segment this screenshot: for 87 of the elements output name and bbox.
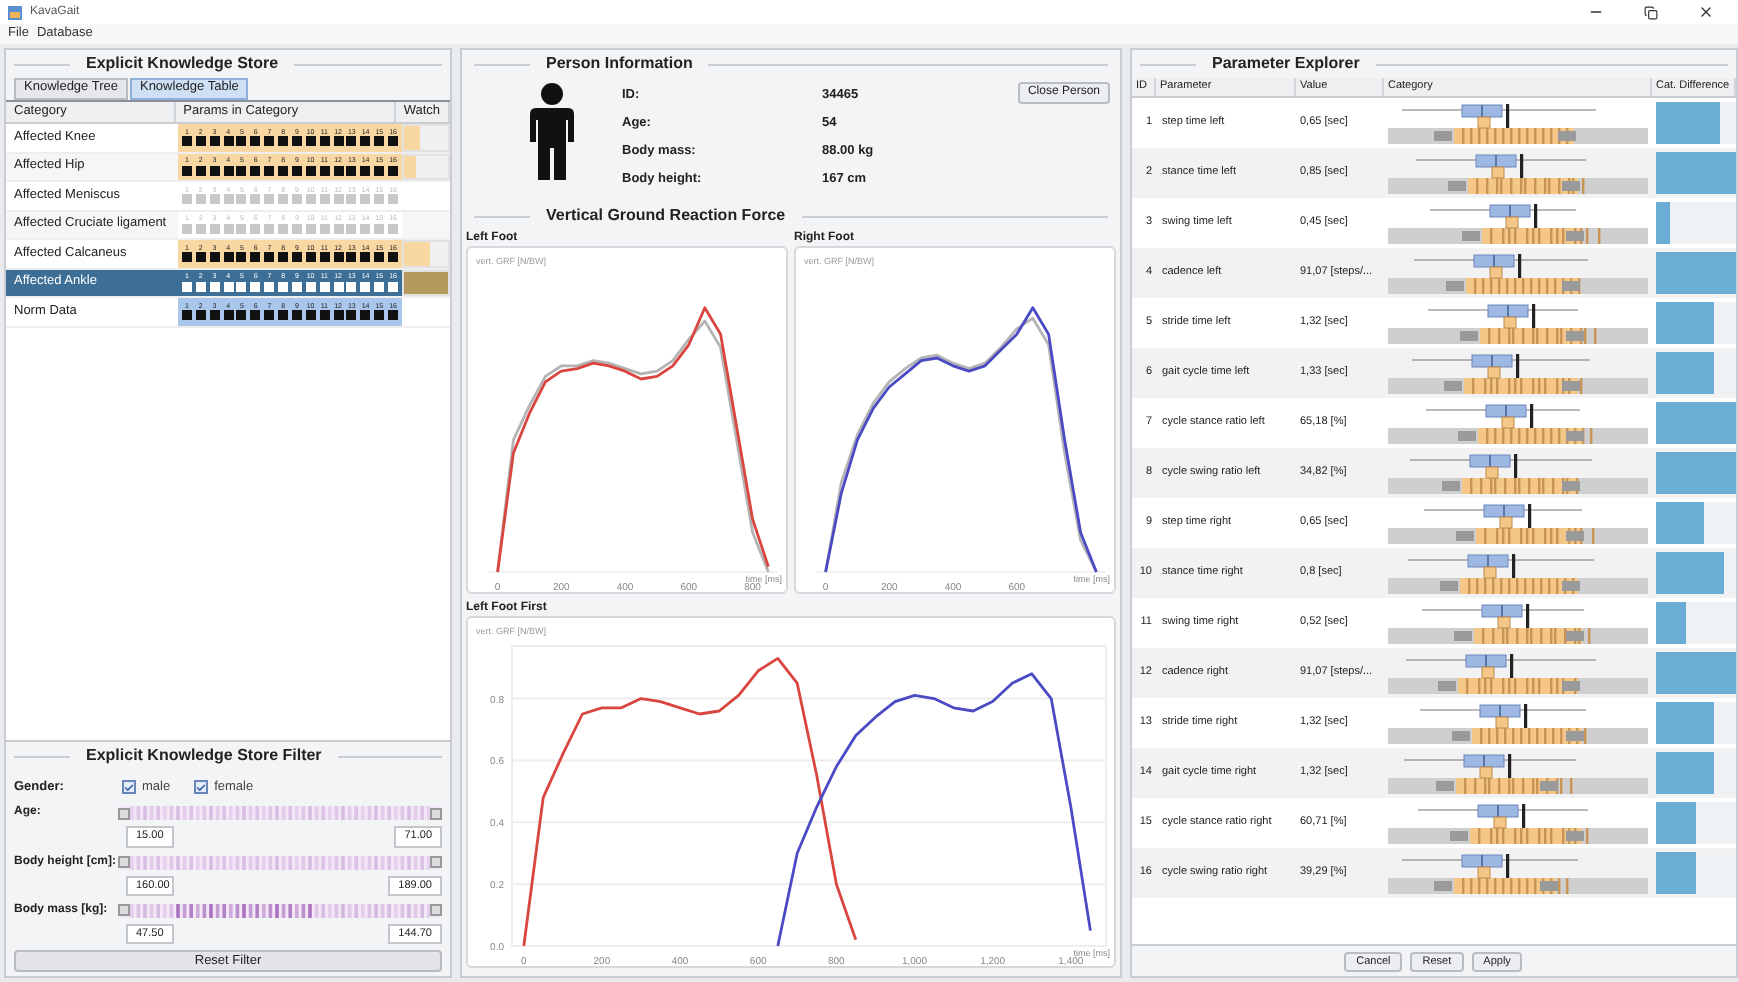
section-title: Parameter Explorer — [1212, 52, 1360, 76]
param-square — [319, 136, 330, 146]
param-square — [319, 194, 330, 204]
param-square — [319, 223, 330, 233]
param-square — [181, 281, 192, 291]
param-square — [250, 310, 261, 320]
param-square — [360, 165, 371, 175]
param-square — [209, 223, 220, 233]
param-square — [264, 223, 275, 233]
param-square — [319, 281, 330, 291]
param-square — [388, 223, 399, 233]
param-square — [181, 223, 192, 233]
param-square — [209, 310, 220, 320]
param-square — [319, 165, 330, 175]
param-square — [209, 165, 220, 175]
param-square — [319, 310, 330, 320]
param-square — [305, 136, 316, 146]
section-title: Person Information — [546, 52, 693, 76]
param-square — [250, 252, 261, 262]
param-square — [388, 310, 399, 320]
param-square — [195, 194, 206, 204]
param-square — [264, 281, 275, 291]
param-square — [181, 194, 192, 204]
slider-handle[interactable] — [118, 856, 130, 868]
param-square — [250, 223, 261, 233]
param-square — [360, 194, 371, 204]
param-square — [250, 281, 261, 291]
param-square — [264, 165, 275, 175]
param-square — [360, 223, 371, 233]
param-square — [195, 252, 206, 262]
section-title: Vertical Ground Reaction Force — [546, 204, 786, 228]
param-square — [250, 136, 261, 146]
param-square — [250, 194, 261, 204]
restore-icon[interactable] — [1644, 5, 1658, 19]
param-square — [250, 165, 261, 175]
person-silhouette-icon — [526, 82, 578, 182]
param-square — [319, 252, 330, 262]
param-square — [181, 310, 192, 320]
param-square — [209, 252, 220, 262]
param-square — [264, 310, 275, 320]
param-square — [195, 136, 206, 146]
param-square — [360, 136, 371, 146]
app-icon — [8, 5, 22, 19]
param-square — [264, 136, 275, 146]
section-title: Explicit Knowledge Store — [86, 52, 279, 76]
param-square — [388, 136, 399, 146]
param-square — [374, 194, 385, 204]
param-square — [195, 223, 206, 233]
param-square — [209, 194, 220, 204]
param-square — [360, 281, 371, 291]
param-square — [209, 281, 220, 291]
param-square — [305, 310, 316, 320]
slider-handle[interactable] — [430, 904, 442, 917]
param-square — [181, 165, 192, 175]
section-title: Explicit Knowledge Store Filter — [86, 744, 322, 769]
param-square — [374, 136, 385, 146]
slider-handle[interactable] — [118, 807, 130, 820]
param-square — [388, 194, 399, 204]
param-square — [305, 252, 316, 262]
param-square — [195, 165, 206, 175]
slider-handle[interactable] — [430, 807, 442, 820]
param-square — [181, 136, 192, 146]
checkbox[interactable] — [194, 780, 209, 795]
checkbox[interactable] — [122, 780, 136, 795]
param-square — [181, 252, 192, 262]
param-square — [388, 165, 399, 175]
param-square — [360, 252, 371, 262]
slider-handle[interactable] — [430, 856, 442, 868]
param-square — [388, 252, 399, 262]
param-square — [264, 194, 275, 204]
param-square — [195, 310, 206, 320]
param-square — [209, 136, 220, 146]
param-square — [360, 310, 371, 320]
param-square — [195, 281, 206, 291]
close-icon[interactable] — [1698, 4, 1714, 20]
param-square — [374, 281, 385, 291]
param-square — [374, 165, 385, 175]
param-square — [305, 194, 316, 204]
param-square — [264, 252, 275, 262]
param-square — [305, 165, 316, 175]
param-square — [374, 223, 385, 233]
param-square — [305, 223, 316, 233]
param-square — [374, 310, 385, 320]
param-square — [305, 281, 316, 291]
slider-handle[interactable] — [118, 904, 130, 917]
param-square — [388, 281, 399, 291]
param-square — [374, 252, 385, 262]
